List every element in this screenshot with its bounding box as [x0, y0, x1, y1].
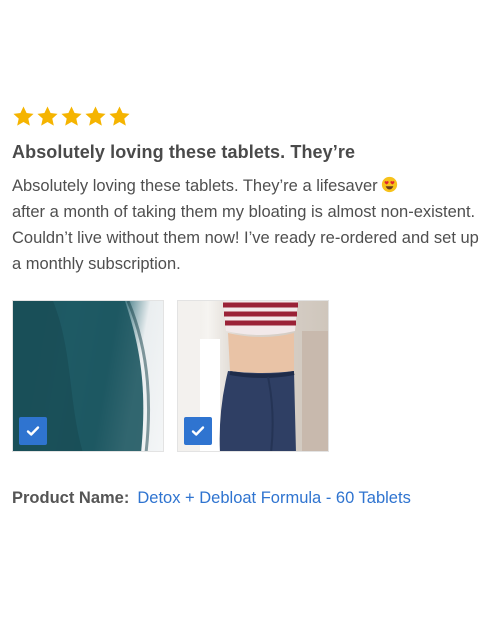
star-icon	[12, 105, 35, 128]
star-icon	[84, 105, 107, 128]
star-icon	[36, 105, 59, 128]
selected-checkbox[interactable]	[184, 417, 212, 445]
star-icon	[60, 105, 83, 128]
product-name-row: Product Name: Detox + Debloat Formula - 6…	[12, 489, 411, 508]
selected-checkbox[interactable]	[19, 417, 47, 445]
review-body-rest: after a month of taking them my bloating…	[12, 203, 479, 273]
product-name-label: Product Name:	[12, 489, 130, 507]
checkmark-icon	[191, 426, 205, 436]
star-rating	[12, 104, 490, 128]
product-name-link[interactable]: Detox + Debloat Formula - 60 Tablets	[137, 489, 410, 507]
review-title: Absolutely loving these tablets. They’re	[12, 142, 356, 162]
heart-eyes-emoji-icon	[381, 175, 398, 193]
checkmark-icon	[26, 426, 40, 436]
review-card: Absolutely loving these tablets. They’re…	[12, 104, 490, 277]
review-photo[interactable]	[177, 300, 329, 452]
review-body-text: Absolutely loving these tablets. They’re…	[12, 177, 378, 195]
star-icon	[108, 105, 131, 128]
review-photo[interactable]	[12, 300, 164, 452]
review-body: Absolutely loving these tablets. They’re…	[12, 173, 482, 277]
review-photos	[12, 300, 329, 452]
